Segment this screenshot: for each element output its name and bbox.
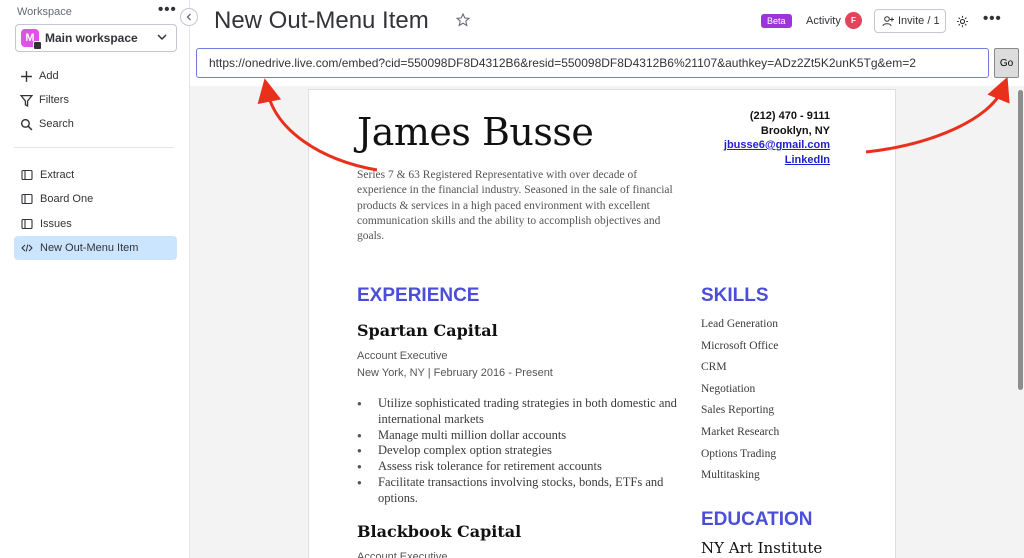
sidebar-item-label: Extract [40, 169, 75, 181]
list-item: Options Trading [701, 447, 777, 460]
sidebar-item-label: Issues [40, 218, 72, 230]
search-label: Search [39, 118, 74, 130]
resume-summary: Series 7 & 63 Registered Representative … [357, 169, 673, 243]
home-icon [33, 41, 42, 50]
chevron-left-icon [186, 13, 191, 21]
job-role: Account Executive [357, 551, 448, 558]
workspace-more-icon[interactable]: ••• [158, 1, 177, 18]
add-button[interactable]: Add [20, 67, 59, 85]
star-icon[interactable] [456, 13, 470, 27]
filters-button[interactable]: Filters [20, 91, 69, 109]
beta-badge: Beta [761, 14, 792, 28]
board-icon [21, 218, 33, 230]
resume-document: James Busse (212) 470 - 9111 Brooklyn, N… [308, 89, 896, 558]
resume-location: Brooklyn, NY [760, 124, 830, 137]
add-label: Add [39, 70, 59, 82]
skills-heading: SKILLS [701, 285, 769, 306]
sidebar-item-extract[interactable]: Extract [14, 163, 177, 187]
sidebar-item-label: Board One [40, 193, 94, 205]
sidebar-item-new-out-menu-item[interactable]: New Out-Menu Item [14, 236, 177, 260]
job-company: Blackbook Capital [357, 522, 522, 541]
education-heading: EDUCATION [701, 509, 813, 530]
page-title[interactable]: New Out-Menu Item [214, 7, 429, 35]
plus-icon [21, 70, 32, 82]
job-bullets: Utilize sophisticated trading strategies… [357, 396, 687, 507]
list-item: Microsoft Office [701, 339, 779, 352]
list-item: Lead Generation [701, 318, 778, 330]
add-user-icon [882, 16, 894, 27]
more-options-icon[interactable]: ••• [983, 10, 1002, 27]
list-item: Multitasking [701, 469, 760, 482]
search-icon [20, 118, 33, 130]
list-item: Facilitate transactions involving stocks… [357, 475, 687, 507]
list-item: CRM [701, 361, 727, 374]
workspace-name: Main workspace [45, 31, 138, 45]
resume-phone: (212) 470 - 9111 [749, 110, 830, 122]
list-item: Assess risk tolerance for retirement acc… [357, 459, 687, 475]
board-icon [21, 169, 33, 181]
go-button[interactable]: Go [994, 48, 1019, 78]
workspace-label: Workspace [17, 6, 72, 18]
sidebar-divider [14, 147, 174, 148]
search-button[interactable]: Search [20, 115, 74, 133]
resume-email-link[interactable]: jbusse6@gmail.com [724, 139, 830, 151]
sidebar-item-label: New Out-Menu Item [40, 242, 139, 254]
avatar[interactable]: F [845, 12, 862, 29]
workspace-selector[interactable]: M Main workspace [15, 24, 177, 52]
list-item: Manage multi million dollar accounts [357, 428, 687, 444]
code-icon [21, 244, 33, 252]
job-location-dates: New York, NY | February 2016 - Present [357, 367, 553, 379]
activity-button[interactable]: Activity [806, 15, 841, 27]
embed-url-input[interactable] [196, 48, 989, 78]
list-item: Sales Reporting [701, 404, 775, 417]
sidebar: Workspace ••• M Main workspace Add Filte… [0, 0, 190, 558]
collapse-sidebar-button[interactable] [180, 8, 198, 26]
resume-contact: (212) 470 - 9111 Brooklyn, NY jbusse6@gm… [724, 109, 830, 167]
workspace-avatar: M [21, 29, 42, 50]
filter-icon [20, 94, 33, 107]
list-item: Utilize sophisticated trading strategies… [357, 396, 687, 428]
sidebar-item-board-one[interactable]: Board One [14, 187, 177, 211]
job-company: Spartan Capital [357, 321, 498, 340]
skills-list: Lead Generation Microsoft Office CRM Neg… [701, 318, 779, 491]
invite-button[interactable]: Invite / 1 [874, 9, 946, 33]
chevron-down-icon [157, 34, 167, 41]
list-item: Negotiation [701, 382, 756, 395]
sidebar-item-issues[interactable]: Issues [14, 212, 177, 236]
gear-icon[interactable] [956, 15, 969, 28]
education-school: NY Art Institute [701, 539, 823, 557]
board-icon [21, 193, 33, 205]
resume-linkedin-link[interactable]: LinkedIn [785, 154, 830, 166]
job-role: Account Executive [357, 350, 448, 362]
list-item: Market Research [701, 425, 780, 438]
viewer-scrollbar-thumb[interactable] [1018, 90, 1023, 390]
filters-label: Filters [39, 94, 69, 106]
list-item: Develop complex option strategies [357, 443, 687, 459]
invite-label: Invite / 1 [898, 15, 940, 27]
resume-name: James Busse [357, 110, 594, 154]
experience-heading: EXPERIENCE [357, 285, 480, 306]
